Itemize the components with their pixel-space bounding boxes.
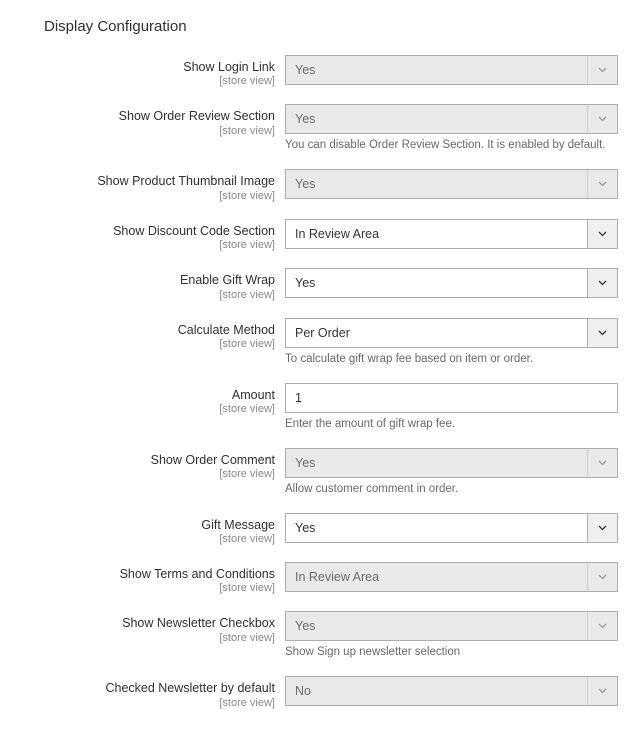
select-value: No (286, 684, 587, 698)
chevron-down-icon (587, 514, 617, 542)
select-value: Yes (286, 112, 587, 126)
show-login-link-select[interactable]: Yes (285, 55, 618, 85)
chevron-down-icon (587, 170, 617, 198)
select-value: Yes (286, 456, 587, 470)
field-note: You can disable Order Review Section. It… (285, 138, 618, 153)
chevron-down-icon (587, 449, 617, 477)
show-product-thumbnail-select[interactable]: Yes (285, 169, 618, 199)
field-scope: [store view] (0, 468, 275, 481)
field-show-terms: Show Terms and Conditions [store view] I… (0, 562, 618, 595)
chevron-down-icon (587, 220, 617, 248)
field-scope: [store view] (0, 632, 275, 645)
select-value: Yes (286, 63, 587, 77)
chevron-down-icon (587, 56, 617, 84)
field-note: Enter the amount of gift wrap fee. (285, 417, 618, 432)
gift-message-select[interactable]: Yes (285, 513, 618, 543)
select-value: Yes (286, 177, 587, 191)
field-note: To calculate gift wrap fee based on item… (285, 352, 618, 367)
calculate-method-select[interactable]: Per Order (285, 318, 618, 348)
field-show-product-thumbnail: Show Product Thumbnail Image [store view… (0, 169, 618, 202)
section-title: Display Configuration (0, 18, 618, 35)
field-scope: [store view] (0, 582, 275, 595)
field-label: Show Login Link (183, 60, 275, 74)
field-show-order-review: Show Order Review Section [store view] Y… (0, 104, 618, 153)
field-label: Gift Message (201, 518, 275, 532)
chevron-down-icon (587, 105, 617, 133)
field-note: Show Sign up newsletter selection (285, 645, 618, 660)
field-show-order-comment: Show Order Comment [store view] Yes Allo… (0, 448, 618, 497)
chevron-down-icon (587, 612, 617, 640)
field-label: Show Terms and Conditions (120, 567, 275, 581)
field-enable-gift-wrap: Enable Gift Wrap [store view] Yes (0, 268, 618, 301)
field-show-discount-code: Show Discount Code Section [store view] … (0, 219, 618, 252)
field-label: Amount (232, 388, 275, 402)
field-gift-message: Gift Message [store view] Yes (0, 513, 618, 546)
chevron-down-icon (587, 677, 617, 705)
field-scope: [store view] (0, 75, 275, 88)
field-scope: [store view] (0, 239, 275, 252)
field-label: Checked Newsletter by default (105, 681, 275, 695)
enable-gift-wrap-select[interactable]: Yes (285, 268, 618, 298)
field-scope: [store view] (0, 338, 275, 351)
field-note: Allow customer comment in order. (285, 482, 618, 497)
field-scope: [store view] (0, 190, 275, 203)
field-label: Show Product Thumbnail Image (97, 174, 275, 188)
field-calculate-method: Calculate Method [store view] Per Order … (0, 318, 618, 367)
select-value: In Review Area (286, 570, 587, 584)
field-scope: [store view] (0, 289, 275, 302)
show-discount-code-select[interactable]: In Review Area (285, 219, 618, 249)
field-newsletter-default: Checked Newsletter by default [store vie… (0, 676, 618, 709)
field-label: Show Order Comment (151, 453, 275, 467)
field-label: Show Newsletter Checkbox (122, 616, 275, 630)
field-label: Show Discount Code Section (113, 224, 275, 238)
field-show-newsletter: Show Newsletter Checkbox [store view] Ye… (0, 611, 618, 660)
show-newsletter-select[interactable]: Yes (285, 611, 618, 641)
field-label: Calculate Method (178, 323, 275, 337)
show-order-comment-select[interactable]: Yes (285, 448, 618, 478)
chevron-down-icon (587, 563, 617, 591)
amount-input[interactable] (285, 383, 618, 413)
chevron-down-icon (587, 319, 617, 347)
field-scope: [store view] (0, 533, 275, 546)
field-scope: [store view] (0, 697, 275, 710)
select-value: Yes (286, 276, 587, 290)
select-value: Yes (286, 521, 587, 535)
select-value: In Review Area (286, 227, 587, 241)
select-value: Per Order (286, 326, 587, 340)
field-show-login-link: Show Login Link [store view] Yes (0, 55, 618, 88)
field-amount: Amount [store view] Enter the amount of … (0, 383, 618, 432)
show-terms-select[interactable]: In Review Area (285, 562, 618, 592)
chevron-down-icon (587, 269, 617, 297)
select-value: Yes (286, 619, 587, 633)
field-scope: [store view] (0, 403, 275, 416)
show-order-review-select[interactable]: Yes (285, 104, 618, 134)
newsletter-default-select[interactable]: No (285, 676, 618, 706)
field-label: Enable Gift Wrap (180, 273, 275, 287)
field-scope: [store view] (0, 125, 275, 138)
field-label: Show Order Review Section (119, 109, 275, 123)
